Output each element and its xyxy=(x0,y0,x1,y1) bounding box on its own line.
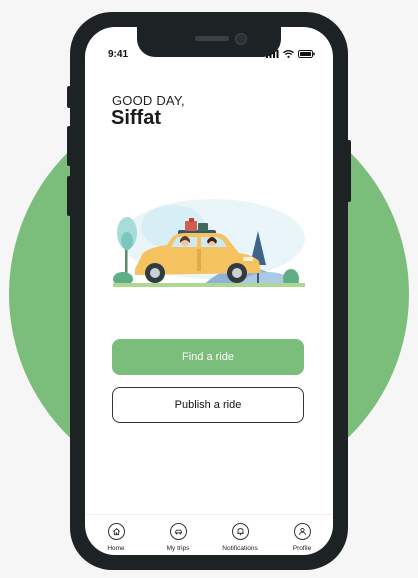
front-camera xyxy=(235,33,247,45)
notch xyxy=(137,27,281,57)
bell-icon xyxy=(231,523,249,540)
phone-mute-switch xyxy=(67,86,71,108)
battery-icon xyxy=(298,50,315,58)
status-time: 9:41 xyxy=(108,49,129,60)
signal-icon xyxy=(266,50,279,58)
car-trip-illustration xyxy=(113,199,305,287)
status-icons xyxy=(266,50,315,58)
greeting-text: GOOD DAY, xyxy=(112,93,185,108)
tab-label-home: Home xyxy=(107,545,125,552)
tab-profile[interactable]: Profile xyxy=(271,515,333,555)
publish-ride-button[interactable]: Publish a ride xyxy=(112,387,304,423)
tab-my-trips[interactable]: My trips xyxy=(147,515,209,555)
wifi-icon xyxy=(283,50,294,58)
tab-home[interactable]: Home xyxy=(85,515,147,555)
phone-volume-up xyxy=(67,126,71,166)
tab-label-my-trips: My trips xyxy=(166,545,190,552)
bottom-tab-bar: Home My trips Notifications Profile xyxy=(85,514,333,555)
speaker xyxy=(195,36,229,41)
phone-volume-down xyxy=(67,176,71,216)
tab-label-notifications: Notifications xyxy=(222,545,258,552)
user-name: Siffat xyxy=(111,107,161,129)
home-icon xyxy=(107,523,125,540)
tab-notifications[interactable]: Notifications xyxy=(209,515,271,555)
user-icon xyxy=(293,523,311,540)
find-ride-button[interactable]: Find a ride xyxy=(112,339,304,375)
tab-label-profile: Profile xyxy=(292,545,312,552)
phone-screen: 9:41 GOOD DAY, Siffat Find a ride Publis… xyxy=(85,27,333,555)
phone-power-button xyxy=(347,140,351,202)
phone-frame: 9:41 GOOD DAY, Siffat Find a ride Publis… xyxy=(67,12,351,570)
car-icon xyxy=(169,523,187,540)
